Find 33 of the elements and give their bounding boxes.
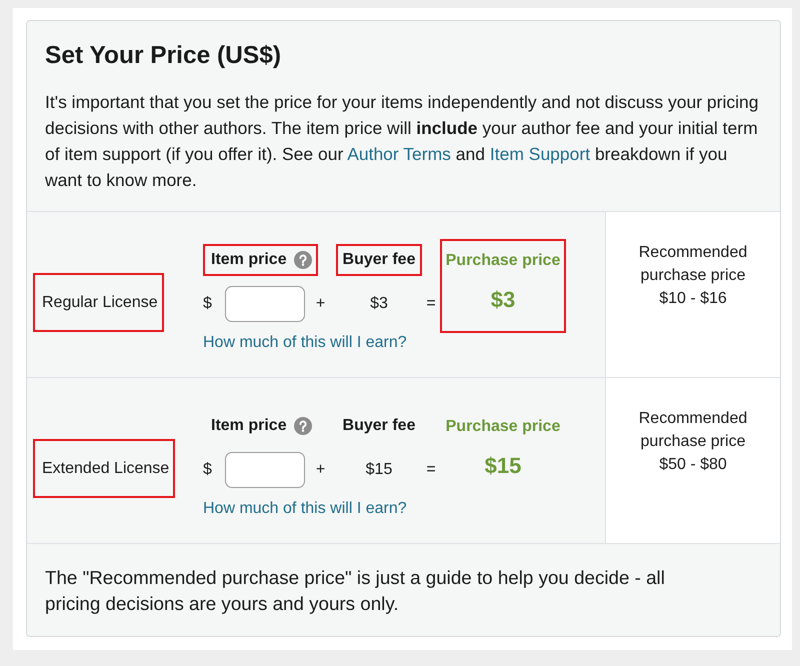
currency-sign: $ <box>203 294 212 314</box>
buyer-fee-value: $3 <box>370 294 388 314</box>
currency-sign: $ <box>203 460 212 480</box>
buyer-fee-value: $15 <box>366 460 392 480</box>
footer-note: The "Recommended purchase price" is just a guide to help you decide - all pricing decisions are yours and yours only. <box>45 566 666 616</box>
column-header: Item price <box>211 250 287 270</box>
recommended-label: Recommended purchase price <box>638 243 748 286</box>
column-header: Buyer fee <box>342 250 416 270</box>
equals-sign: = <box>426 460 436 480</box>
column-header: Purchase price <box>446 416 560 436</box>
license-name: Extended License <box>42 458 170 478</box>
section-title: Set Your Price (US$) <box>45 42 282 70</box>
column-header: Purchase price <box>446 250 560 270</box>
help-icon[interactable] <box>294 250 312 268</box>
recommended-label: Recommended purchase price <box>638 409 748 452</box>
purchase-price-value: $15 <box>484 452 522 480</box>
price-input-field[interactable] <box>225 286 305 322</box>
plus-sign: + <box>316 294 326 314</box>
recommended-range: $10 - $16 <box>658 289 728 309</box>
equals-sign: = <box>426 294 436 314</box>
earnings-link[interactable]: How much of this will I earn? <box>203 498 407 518</box>
text-link[interactable]: Author Terms <box>347 144 451 164</box>
recommended-range: $50 - $80 <box>658 455 728 475</box>
text-link[interactable]: Item Support <box>490 144 590 164</box>
earnings-link[interactable]: How much of this will I earn? <box>203 332 407 352</box>
column-header: Item price <box>211 416 287 436</box>
intro-paragraph: It's important that you set the price for your items independently and not discuss your pricing decisions with other authors. The item price will include your author fee and your initial term of item support (if you offer it). See our Author Terms and Item Support breakdown if you want to know more. <box>45 91 760 192</box>
price-input-field[interactable] <box>225 452 305 488</box>
help-icon[interactable] <box>294 416 312 434</box>
plus-sign: + <box>316 460 326 480</box>
column-header: Buyer fee <box>342 416 416 436</box>
purchase-price-value: $3 <box>490 286 516 314</box>
license-name: Regular License <box>42 292 158 312</box>
